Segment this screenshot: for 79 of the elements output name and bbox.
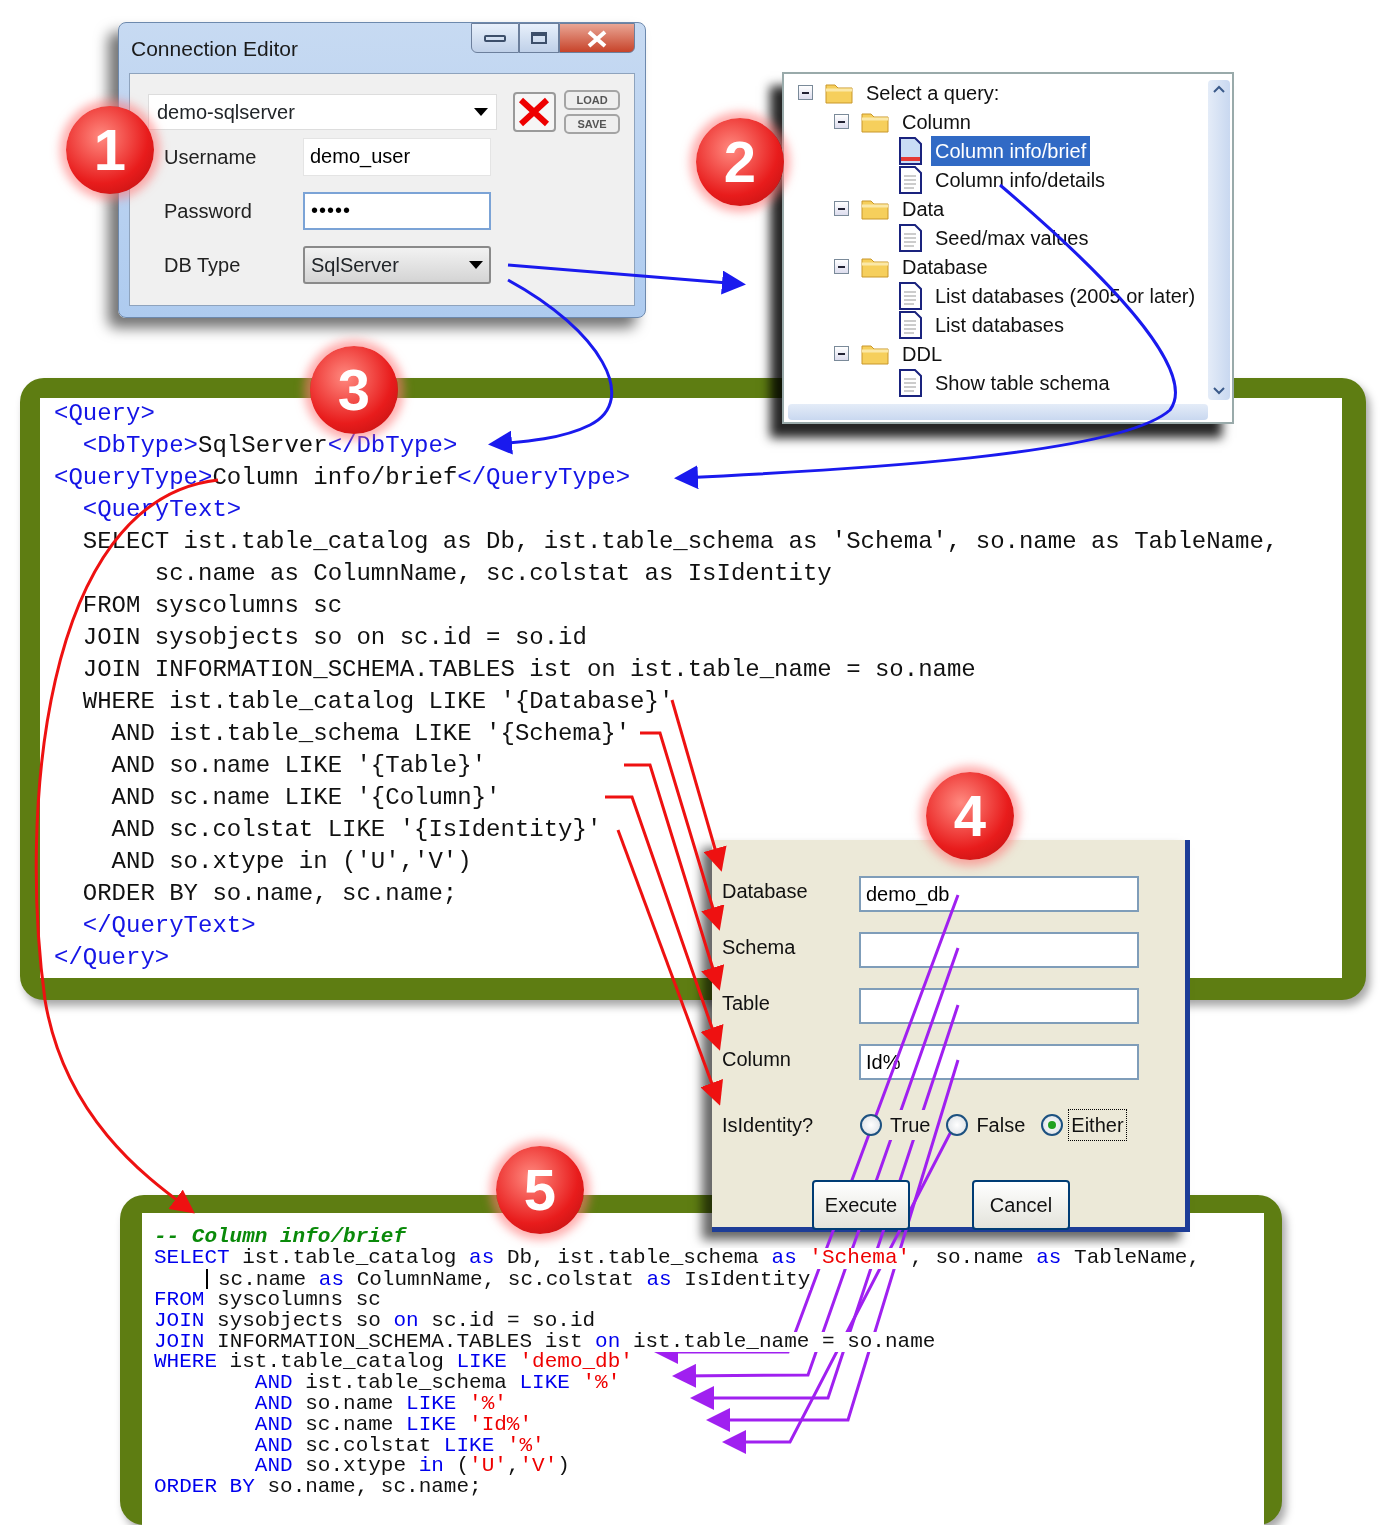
step-number: 1 [66, 106, 154, 194]
step-number: 5 [496, 1146, 584, 1234]
document-icon [897, 223, 923, 252]
step-number: 3 [310, 346, 398, 434]
caret-icon [473, 107, 488, 116]
text-button[interactable]: SAVE [564, 113, 620, 134]
close-icon [586, 29, 608, 48]
field-label: Schema [722, 935, 797, 960]
radio-button[interactable] [946, 1114, 969, 1136]
field-label: Username [163, 144, 258, 170]
code-line: AND sc.colstat LIKE '{IsIdentity}' [110, 815, 602, 845]
username-field[interactable]: demo_user [303, 137, 491, 176]
document-icon [897, 310, 923, 339]
code-line: AND sc.name LIKE '{Column}' [110, 783, 501, 813]
tree-item[interactable]: Select a query: [862, 77, 1004, 108]
field-label: Database [722, 879, 809, 904]
input-field[interactable] [859, 932, 1139, 968]
code-line: AND so.name LIKE '{Table}' [110, 751, 487, 781]
input-field[interactable]: demo_db [859, 876, 1139, 912]
field-label: DB Type [163, 252, 242, 278]
vertical-scrollbar[interactable] [1208, 80, 1230, 400]
field-label: IsIdentity? [722, 1113, 815, 1138]
code-line: </Query> [54, 943, 170, 973]
folder-icon [861, 255, 889, 278]
collapse-icon[interactable] [834, 259, 849, 274]
password-field[interactable]: ••••• [303, 191, 491, 230]
code-line: JOIN sysobjects so on sc.id = so.id [81, 623, 587, 653]
tree-item[interactable]: Show table schema [931, 367, 1114, 398]
code-line: </QueryText> [81, 911, 256, 941]
folder-icon [825, 81, 853, 104]
field-label: Column [722, 1047, 792, 1072]
connection-dropdown[interactable]: demo-sqlserver [148, 93, 497, 130]
folder-icon [861, 110, 889, 133]
code-line: <QueryType>Column info/brief</QueryType> [54, 463, 631, 493]
code-line: FROM syscolumns sc [81, 591, 343, 621]
tree-item[interactable]: DDL [898, 338, 946, 369]
dialog-button[interactable]: Cancel [972, 1180, 1070, 1230]
maximize-button[interactable] [519, 23, 559, 53]
field-label: Password [163, 198, 253, 224]
tree-item[interactable]: Column info/brief [931, 135, 1091, 166]
folder-icon [861, 342, 889, 365]
tree-item[interactable]: List databases [931, 309, 1068, 340]
input-field[interactable] [859, 988, 1139, 1024]
folder-icon [861, 197, 889, 220]
collapse-icon[interactable] [834, 114, 849, 129]
document-icon [897, 368, 923, 397]
tree-item[interactable]: Column info/details [931, 164, 1110, 195]
field-label: Table [722, 991, 771, 1016]
document-icon [897, 281, 923, 310]
code-line: sc.name as ColumnName, sc.colstat as IsIdentity [153, 559, 832, 589]
text-button[interactable]: LOAD [564, 89, 620, 110]
code-line: JOIN INFORMATION_SCHEMA.TABLES ist on ist.table_name = so.name [81, 655, 976, 685]
delete-button[interactable] [512, 91, 556, 132]
tree-item[interactable]: Database [898, 251, 992, 282]
caret-icon [469, 260, 483, 269]
document-icon [897, 136, 923, 165]
code-line: AND ist.table_schema LIKE '{Schema}' [110, 719, 631, 749]
code-line: <DbType>SqlServer</DbType> [81, 431, 458, 461]
code-line: ORDER BY so.name, sc.name; [81, 879, 458, 909]
tree-item[interactable]: Data [898, 193, 949, 224]
radio-button[interactable] [1041, 1114, 1064, 1136]
window-title: Connection Editor [130, 36, 299, 62]
collapse-icon[interactable] [798, 85, 813, 100]
code-line: <Query> [54, 399, 155, 429]
minimize-button[interactable] [471, 23, 519, 53]
dialog-button[interactable]: Execute [812, 1180, 910, 1230]
tree-item[interactable]: Column [898, 106, 975, 137]
horizontal-scrollbar[interactable] [788, 404, 1208, 420]
collapse-icon[interactable] [834, 201, 849, 216]
code-line: WHERE ist.table_catalog LIKE '{Database}' [81, 687, 674, 717]
collapse-icon[interactable] [834, 346, 849, 361]
x-icon [517, 96, 552, 127]
radio-label: True [888, 1110, 933, 1140]
dbtype-dropdown[interactable]: SqlServer [303, 245, 491, 284]
document-icon [897, 165, 923, 194]
close-button[interactable] [559, 23, 635, 53]
radio-button[interactable] [860, 1114, 882, 1136]
code-line: AND so.xtype in ('U','V') [110, 847, 472, 877]
step-number: 2 [696, 118, 784, 206]
